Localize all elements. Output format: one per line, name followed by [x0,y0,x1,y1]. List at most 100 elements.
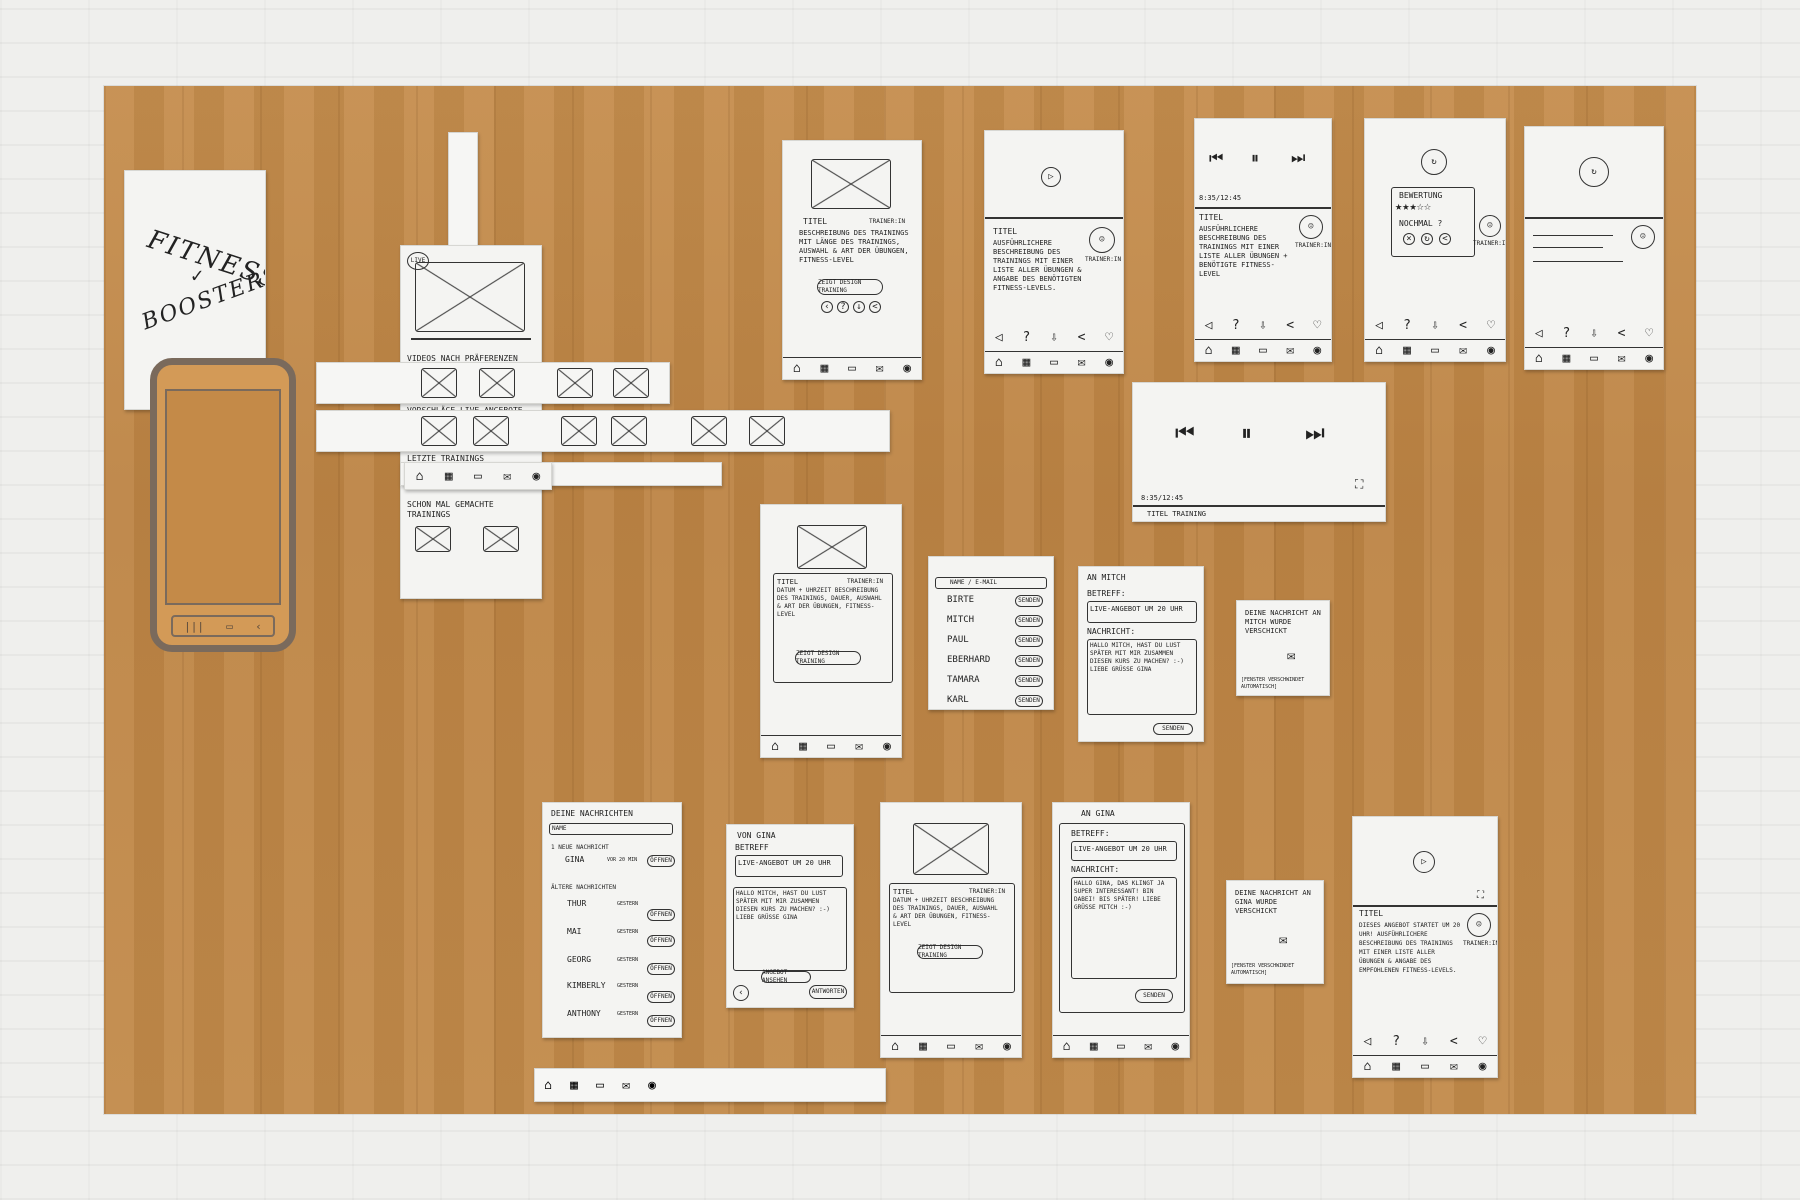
download-icon[interactable]: ⇩ [1431,319,1439,332]
video-thumb[interactable] [557,368,593,398]
share-icon[interactable]: < [1286,319,1294,332]
like-icon[interactable]: ♡ [1479,1035,1487,1048]
folder-nav-icon[interactable]: ▭ [827,740,835,753]
next-icon[interactable]: ⏭ [1305,423,1325,445]
calendar-nav-icon[interactable]: ▦ [445,469,453,484]
next-icon[interactable]: ⏭ [1291,150,1305,166]
back-icon[interactable]: ‹ [733,985,749,1001]
calendar-nav-icon[interactable]: ▦ [1232,344,1240,357]
download-icon[interactable]: ⇩ [1590,327,1598,340]
open-button[interactable]: ÖFFNEN [647,935,675,947]
folder-nav-icon[interactable]: ▭ [596,1078,604,1093]
home-nav-icon[interactable]: ⌂ [1375,344,1383,357]
folder-nav-icon[interactable]: ▭ [1590,352,1598,365]
close-icon[interactable]: × [1403,233,1415,245]
back-icon[interactable]: ◁ [995,331,1003,344]
send-button[interactable]: SENDEN [1015,655,1043,667]
help-icon[interactable]: ? [1403,319,1411,332]
contacts-search-input[interactable]: NAME / E-MAIL [935,577,1047,589]
rating-stars[interactable]: ★★★☆☆ [1395,200,1431,212]
download-icon[interactable]: ↓ [853,301,865,313]
older-message-name[interactable]: KIMBERLY [567,981,606,991]
compose-gina-send[interactable]: SENDEN [1135,989,1173,1003]
training-video-placeholder[interactable] [811,159,891,209]
help-icon[interactable]: ? [1392,1035,1400,1048]
help-icon[interactable]: ? [1022,331,1030,344]
prev-icon[interactable]: ⏮ [1209,150,1223,166]
like-icon[interactable]: ♡ [1313,319,1321,332]
inbox-search-input[interactable]: NAME [549,823,673,835]
home-nav-icon[interactable]: ⌂ [995,356,1003,369]
contact-name-5[interactable]: TAMARA [947,675,980,685]
profile-nav-icon[interactable]: ◉ [1487,344,1495,357]
video-thumb[interactable] [479,368,515,398]
replay-icon[interactable]: ↻ [1421,149,1447,175]
share-icon[interactable]: < [1439,233,1451,245]
home-nav-icon[interactable]: ⌂ [891,1040,899,1053]
fullscreen-icon[interactable]: ⛶ [1477,891,1484,901]
compose-message-input[interactable]: HALLO MITCH, HAST DU LUST SPÄTER MIT MIR… [1087,639,1197,715]
done-training-thumb-1[interactable] [415,526,451,552]
calendar-nav-icon[interactable]: ▦ [1403,344,1411,357]
folder-nav-icon[interactable]: ▭ [1259,344,1267,357]
profile-nav-icon[interactable]: ◉ [532,469,540,484]
download-icon[interactable]: ⇩ [1259,319,1267,332]
back-icon[interactable]: ‹ [821,301,833,313]
folder-nav-icon[interactable]: ▭ [848,362,856,375]
back-icon[interactable]: ◁ [1375,319,1383,332]
messages-nav-icon[interactable]: ✉ [503,469,511,484]
older-message-name[interactable]: THUR [567,899,586,909]
profile-nav-icon[interactable]: ◉ [1105,356,1113,369]
download-icon[interactable]: ⇩ [1050,331,1058,344]
messages-nav-icon[interactable]: ✉ [876,362,884,375]
video-thumb[interactable] [613,368,649,398]
live-thumb[interactable] [421,416,457,446]
home-nav-icon[interactable]: ⌂ [544,1078,552,1093]
play-icon[interactable]: ▷ [1413,851,1435,873]
send-button[interactable]: SENDEN [1015,675,1043,687]
calendar-nav-icon[interactable]: ▦ [1022,356,1030,369]
home-nav-icon[interactable]: ⌂ [1205,344,1213,357]
show-training-button[interactable]: ZEIGT DESIGN TRAINING [795,650,861,665]
trainer-avatar[interactable]: ☺ [1479,215,1501,237]
send-button[interactable]: SENDEN [1015,695,1043,707]
live-thumb[interactable] [473,416,509,446]
live-thumb[interactable] [749,416,785,446]
calendar-nav-icon[interactable]: ▦ [1392,1060,1400,1073]
calendar-nav-icon[interactable]: ▦ [820,362,828,375]
folder-nav-icon[interactable]: ▭ [1050,356,1058,369]
contact-name-4[interactable]: EBERHARD [947,655,990,665]
training-video-placeholder[interactable] [913,823,989,875]
live-thumb[interactable] [691,416,727,446]
contact-name-2[interactable]: MITCH [947,615,974,625]
messages-nav-icon[interactable]: ✉ [622,1078,630,1093]
messages-nav-icon[interactable]: ✉ [1618,352,1626,365]
help-icon[interactable]: ? [1232,319,1240,332]
contact-name-6[interactable]: KARL [947,695,969,705]
like-icon[interactable]: ♡ [1645,327,1653,340]
calendar-nav-icon[interactable]: ▦ [570,1078,578,1093]
profile-nav-icon[interactable]: ◉ [1645,352,1653,365]
share-icon[interactable]: < [1078,331,1086,344]
compose-gina-message[interactable]: HALLO GINA, DAS KLINGT JA SUPER INTERESS… [1071,877,1177,979]
profile-nav-icon[interactable]: ◉ [1479,1060,1487,1073]
home-nav-icon[interactable]: ⌂ [416,469,424,484]
like-icon[interactable]: ♡ [1105,331,1113,344]
pause-icon[interactable]: ⏸ [1251,150,1259,166]
calendar-nav-icon[interactable]: ▦ [919,1040,927,1053]
profile-nav-icon[interactable]: ◉ [1313,344,1321,357]
trainer-avatar[interactable]: ☺ [1089,227,1115,253]
open-button[interactable]: ÖFFNEN [647,1015,675,1027]
trainer-avatar[interactable]: ☺ [1631,225,1655,249]
compose-subject-input[interactable]: LIVE-ANGEBOT UM 20 UHR [1087,601,1197,623]
messages-nav-icon[interactable]: ✉ [1459,344,1467,357]
open-button[interactable]: ÖFFNEN [647,855,675,867]
fullscreen-icon[interactable]: ⛶ [1355,478,1363,490]
folder-nav-icon[interactable]: ▭ [947,1040,955,1053]
video-thumb[interactable] [421,368,457,398]
back-icon[interactable]: ◁ [1363,1035,1371,1048]
profile-nav-icon[interactable]: ◉ [883,740,891,753]
replay-icon[interactable]: ↻ [1579,157,1609,187]
share-icon[interactable]: < [1618,327,1626,340]
folder-nav-icon[interactable]: ▭ [1117,1040,1125,1053]
